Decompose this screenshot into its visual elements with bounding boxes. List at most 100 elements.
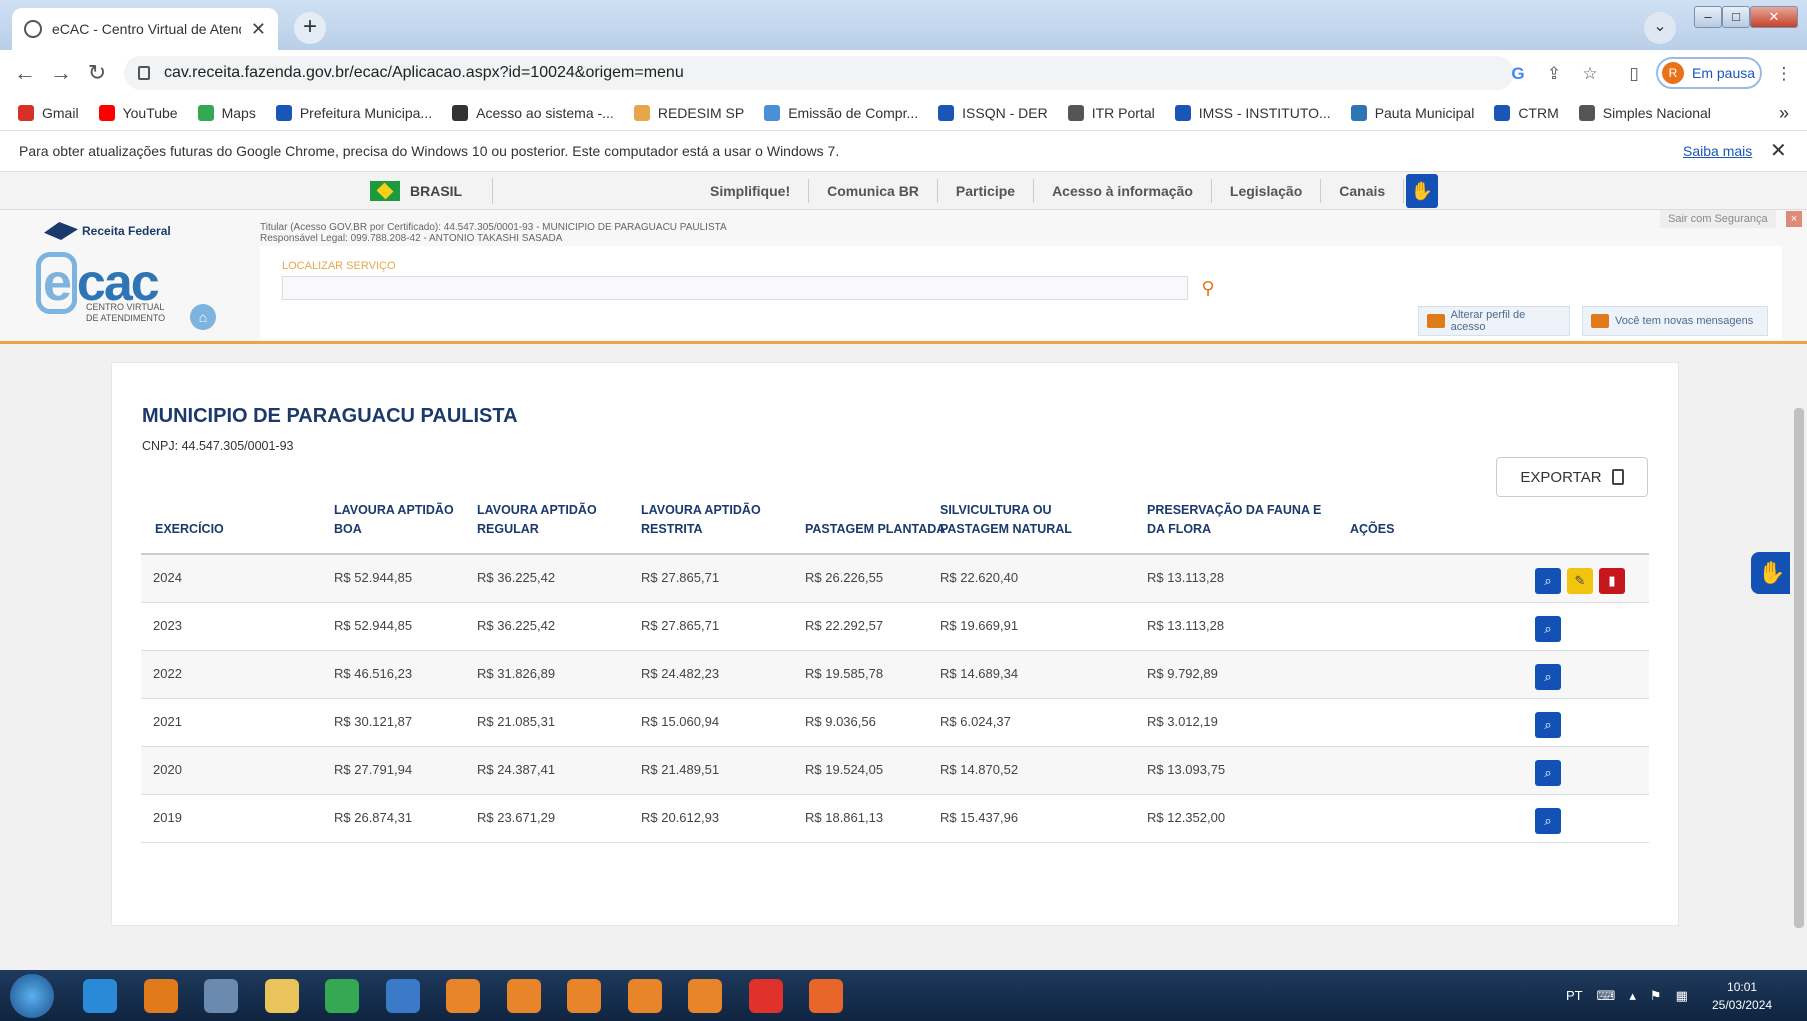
view-button[interactable]: ⌕ <box>1535 568 1561 594</box>
row-actions: ⌕ <box>1535 808 1561 834</box>
maximize-button[interactable]: □ <box>1722 6 1750 28</box>
taskbar-app-anydesk[interactable] <box>736 973 796 1018</box>
bookmarks-overflow-icon[interactable]: » <box>1779 96 1789 130</box>
bookmark-item[interactable]: IMSS - INSTITUTO... <box>1174 105 1331 121</box>
gov-link[interactable]: Participe <box>938 179 1035 203</box>
bookmark-favicon-icon <box>938 105 955 121</box>
view-button[interactable]: ⌕ <box>1535 712 1561 738</box>
row-actions: ⌕ ✎ ▮ <box>1535 568 1625 594</box>
logout-icon[interactable]: × <box>1786 211 1802 227</box>
side-panel-icon[interactable]: ▯ <box>1624 64 1644 84</box>
taskbar-app-app-generic[interactable] <box>191 973 251 1018</box>
taskbar-app-app-orange-3[interactable] <box>554 973 614 1018</box>
view-button[interactable]: ⌕ <box>1535 808 1561 834</box>
brasil-link[interactable]: BRASIL <box>370 178 494 204</box>
taskbar-app-chrome[interactable] <box>312 973 372 1018</box>
browser-tab[interactable]: eCAC - Centro Virtual de Atendim ✕ <box>12 8 278 50</box>
close-infobar-icon[interactable]: ✕ <box>1770 131 1787 171</box>
delete-button[interactable]: ▮ <box>1599 568 1625 594</box>
firefox-icon <box>809 978 843 1013</box>
view-button[interactable]: ⌕ <box>1535 664 1561 690</box>
bookmark-item[interactable]: Pauta Municipal <box>1350 105 1474 121</box>
gov-link[interactable]: Legislação <box>1212 179 1322 203</box>
column-header: EXERCÍCIO <box>155 522 224 536</box>
share-icon[interactable]: ⇪ <box>1544 64 1564 84</box>
close-tab-icon[interactable]: ✕ <box>251 19 266 40</box>
google-icon[interactable]: G <box>1508 64 1528 84</box>
search-label: LOCALIZAR SERVIÇO <box>282 260 396 272</box>
logo-sub2: DE ATENDIMENTO <box>86 313 166 323</box>
keyboard-icon[interactable]: ⌨ <box>1597 988 1616 1004</box>
taskbar-app-app-orange-4[interactable] <box>615 973 675 1018</box>
messages-button[interactable]: Você tem novas mensagens <box>1582 306 1768 336</box>
bookmark-item[interactable]: ISSQN - DER <box>938 105 1048 121</box>
receita-federal-logo[interactable]: Receita Federal <box>44 222 171 240</box>
profile-button[interactable]: R Em pausa <box>1656 57 1762 89</box>
bookmark-item[interactable]: Gmail <box>18 105 79 121</box>
cell-pastagem: R$ 19.524,05 <box>805 762 884 777</box>
bookmark-favicon-icon <box>197 105 214 121</box>
bookmark-item[interactable]: YouTube <box>98 105 178 121</box>
search-icon[interactable]: ⚲ <box>1198 276 1218 300</box>
home-icon[interactable]: ⌂ <box>190 304 216 330</box>
gov-link[interactable]: Comunica BR <box>809 179 938 203</box>
column-header: AÇÕES <box>1350 522 1395 536</box>
tray-arrow-icon[interactable]: ▴ <box>1629 988 1636 1004</box>
bookmark-star-icon[interactable]: ☆ <box>1580 64 1600 84</box>
ecac-logo[interactable]: e cac CENTRO VIRTUAL DE ATENDIMENTO <box>36 252 176 323</box>
scrollbar-thumb[interactable] <box>1794 408 1804 928</box>
back-icon[interactable]: ← <box>12 60 38 86</box>
start-button[interactable] <box>10 974 54 1018</box>
tab-search-icon[interactable]: ⌄ <box>1644 12 1676 44</box>
taskbar-app-media-player[interactable] <box>131 973 191 1018</box>
network-tray-icon[interactable]: ▦ <box>1676 988 1688 1004</box>
cnpj-text: CNPJ: 44.547.305/0001-93 <box>142 439 294 453</box>
taskbar-app-app-orange-1[interactable] <box>433 973 493 1018</box>
taskbar-app-file-explorer[interactable] <box>252 973 312 1018</box>
minimize-button[interactable]: – <box>1694 6 1722 28</box>
bookmark-item[interactable]: ITR Portal <box>1067 105 1155 121</box>
bookmark-label: Maps <box>221 105 256 121</box>
cell-restrita: R$ 15.060,94 <box>641 714 720 729</box>
gov-link[interactable]: Simplifique! <box>692 179 810 203</box>
bookmark-favicon-icon <box>1494 105 1511 121</box>
menu-kebab-icon[interactable]: ⋮ <box>1774 64 1794 84</box>
close-window-button[interactable]: ✕ <box>1750 6 1798 28</box>
logout-link[interactable]: Sair com Segurança <box>1660 210 1776 228</box>
taskbar-app-network[interactable] <box>373 973 433 1018</box>
flag-icon[interactable]: ⚑ <box>1650 988 1662 1004</box>
taskbar-app-app-orange-5[interactable] <box>675 973 735 1018</box>
new-tab-button[interactable]: + <box>294 12 326 44</box>
language-indicator[interactable]: PT <box>1566 988 1583 1003</box>
service-search-input[interactable] <box>282 276 1188 300</box>
taskbar-app-firefox[interactable] <box>796 973 856 1018</box>
accessibility-hand-icon[interactable]: ✋ <box>1406 174 1438 208</box>
bookmark-item[interactable]: Emissão de Compr... <box>764 105 918 121</box>
gov-link[interactable]: Canais <box>1321 179 1405 203</box>
bookmark-item[interactable]: Simples Nacional <box>1578 105 1711 121</box>
view-button[interactable]: ⌕ <box>1535 616 1561 642</box>
taskbar-app-app-orange-2[interactable] <box>494 973 554 1018</box>
bookmark-item[interactable]: REDESIM SP <box>633 105 744 121</box>
url-field[interactable]: cav.receita.fazenda.gov.br/ecac/Aplicaca… <box>124 56 1514 90</box>
edit-button[interactable]: ✎ <box>1567 568 1593 594</box>
cell-ano: 2024 <box>153 570 182 585</box>
reload-icon[interactable]: ↻ <box>84 60 110 86</box>
learn-more-link[interactable]: Saiba mais <box>1683 131 1752 171</box>
view-button[interactable]: ⌕ <box>1535 760 1561 786</box>
gov-link[interactable]: Acesso à informação <box>1034 179 1212 203</box>
bookmark-label: ISSQN - DER <box>962 105 1048 121</box>
clock[interactable]: 10:01 25/03/2024 <box>1712 978 1772 1014</box>
column-header: LAVOURA APTIDÃO BOA <box>334 503 454 536</box>
bookmark-item[interactable]: Acesso ao sistema -... <box>452 105 614 121</box>
change-profile-button[interactable]: Alterar perfil de acesso <box>1418 306 1570 336</box>
taskbar-app-internet-explorer[interactable] <box>70 973 130 1018</box>
cell-boa: R$ 46.516,23 <box>334 666 413 681</box>
export-button[interactable]: EXPORTAR <box>1496 457 1648 497</box>
page-scrollbar[interactable] <box>1790 344 1807 970</box>
bookmark-item[interactable]: Prefeitura Municipa... <box>275 105 432 121</box>
bookmark-item[interactable]: Maps <box>197 105 256 121</box>
bookmark-item[interactable]: CTRM <box>1494 105 1559 121</box>
forward-icon[interactable]: → <box>48 60 74 86</box>
vlibras-hand-icon[interactable]: ✋ <box>1751 552 1793 594</box>
